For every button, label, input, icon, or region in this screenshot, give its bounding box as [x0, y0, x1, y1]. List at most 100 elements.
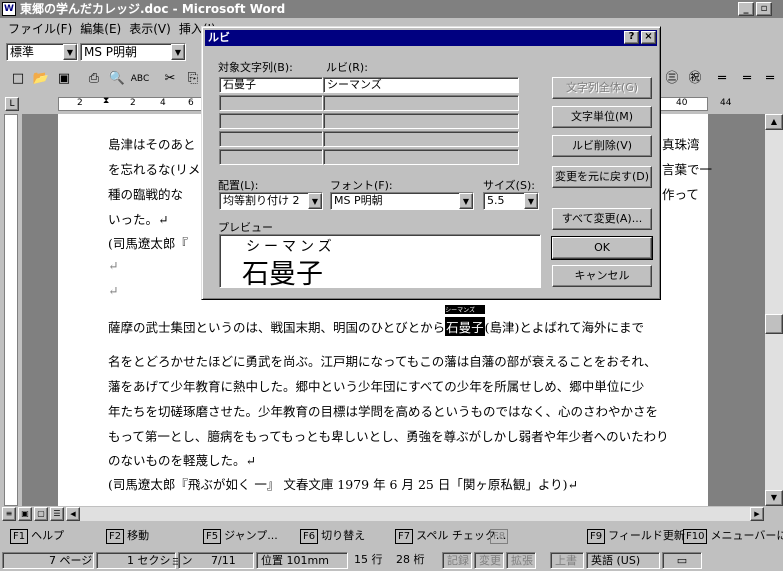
kanji-icon[interactable]: ㊗: [685, 69, 705, 89]
chevron-down-icon[interactable]: ▼: [524, 193, 538, 209]
scroll-right-icon[interactable]: ▶: [750, 507, 764, 521]
ruby-input-empty[interactable]: [323, 95, 519, 111]
hscroll-track[interactable]: [80, 507, 750, 521]
font-select[interactable]: MS P明朝 ▼: [330, 192, 474, 210]
doc-text: (島津)とよばれて海外にまで: [484, 320, 645, 335]
fkey-text: 切り替え: [321, 529, 366, 542]
cut-icon[interactable]: ✂: [160, 69, 180, 89]
status-ext[interactable]: 拡張: [506, 552, 536, 569]
doc-line: 藩をあげて少年教育に熱中した。郷中という少年団にすべての少年を所属せしめ、郷中単…: [108, 379, 645, 394]
target-input-empty[interactable]: [219, 131, 323, 147]
menu-view[interactable]: 表示(V): [129, 20, 171, 37]
normal-view-icon[interactable]: ≡: [2, 507, 16, 521]
restore-button[interactable]: 変更を元に戻す(D): [552, 166, 652, 188]
ruby-input[interactable]: シーマンズ: [323, 77, 519, 93]
fkey-jump[interactable]: F5 ジャンプ...: [203, 528, 278, 546]
scroll-up-icon[interactable]: ▲: [765, 114, 783, 130]
ruler-number: 6: [188, 98, 194, 108]
change-all-button[interactable]: すべて変更(A)...: [552, 208, 652, 230]
horizontal-line-icon[interactable]: ═: [712, 69, 732, 89]
font-label: フォント(F):: [330, 179, 393, 192]
size-label: サイズ(S):: [483, 179, 535, 192]
fkey-text: 移動: [127, 529, 150, 542]
phonetic-icon[interactable]: ㊂: [662, 69, 682, 89]
style-value: 標準: [10, 45, 35, 59]
close-icon[interactable]: ×: [641, 31, 656, 44]
align-select[interactable]: 均等割り付け 2 ▼: [219, 192, 323, 210]
new-document-icon[interactable]: □: [8, 69, 28, 89]
outline-view-icon[interactable]: ☰: [50, 507, 64, 521]
align-right-icon[interactable]: ═: [760, 69, 780, 89]
char-unit-button[interactable]: 文字単位(M): [552, 106, 652, 128]
tab-selector-icon[interactable]: L: [5, 97, 19, 111]
ruler-number: 2: [77, 98, 83, 108]
web-view-icon[interactable]: ▣: [18, 507, 32, 521]
font-combo[interactable]: MS P明朝 ▼: [80, 43, 186, 61]
ruby-small-text: シーマンズ: [445, 305, 485, 314]
preview-box: シーマンズ 石曼子: [219, 234, 541, 290]
print-icon[interactable]: ⎙: [84, 69, 104, 89]
align-icon[interactable]: ═: [737, 69, 757, 89]
save-icon[interactable]: ▣: [54, 69, 74, 89]
ruby-input-empty[interactable]: [323, 149, 519, 165]
fkey-switch[interactable]: F6 切り替え: [300, 528, 365, 546]
minimize-button[interactable]: _: [738, 2, 754, 16]
doc-line-fragment: 言葉で一: [662, 162, 713, 177]
fkey-goto[interactable]: F2 移動: [106, 528, 149, 546]
target-input-empty[interactable]: [219, 95, 323, 111]
ok-button[interactable]: OK: [551, 236, 653, 260]
ruby-selection[interactable]: シーマンズ 石曼子: [445, 305, 485, 336]
doc-line: を忘れるな(リメ: [108, 162, 201, 177]
target-input-empty[interactable]: [219, 149, 323, 165]
print-preview-icon[interactable]: 🔍: [107, 69, 127, 89]
menu-file[interactable]: ファイル(F): [8, 20, 72, 37]
target-input[interactable]: 石曼子: [219, 77, 323, 93]
target-label: 対象文字列(B):: [218, 61, 293, 74]
size-select[interactable]: 5.5 ▼: [483, 192, 539, 210]
status-position: 位置 101mm: [256, 552, 348, 569]
indent-marker-icon[interactable]: ⧗: [103, 96, 109, 106]
spell-check-icon[interactable]: ABC: [130, 69, 150, 89]
all-text-button[interactable]: 文字列全体(G): [552, 77, 652, 99]
fkey-field-update[interactable]: F9 フィールド更新: [587, 528, 685, 546]
cancel-button[interactable]: キャンセル: [552, 265, 652, 287]
open-folder-icon[interactable]: 📂: [31, 69, 51, 89]
chevron-down-icon[interactable]: ▼: [171, 44, 185, 60]
fkey-text: フィールド更新: [608, 529, 685, 542]
chevron-down-icon[interactable]: ▼: [308, 193, 322, 209]
help-icon[interactable]: ?: [624, 31, 639, 44]
fkey-label: F6: [300, 529, 319, 544]
paragraph-mark: ↵: [108, 283, 119, 298]
chevron-down-icon[interactable]: ▼: [63, 44, 77, 60]
size-value: 5.5: [487, 194, 505, 207]
copy-icon[interactable]: ⎘: [183, 69, 203, 89]
chevron-down-icon[interactable]: ▼: [459, 193, 473, 209]
status-bar: 7 ページ 1 セクション 7/11 位置 101mm 15 行 28 桁 記録…: [0, 550, 783, 571]
fkey-menubar[interactable]: F10メニューバーに...: [683, 528, 783, 546]
align-label: 配置(L):: [218, 179, 259, 192]
fkey-label: F9: [587, 529, 606, 544]
doc-line-fragment: 作って: [662, 187, 699, 202]
status-rec[interactable]: 記録: [442, 552, 472, 569]
status-trk[interactable]: 変更: [474, 552, 504, 569]
scroll-thumb[interactable]: [765, 314, 783, 334]
fkey-help[interactable]: F1 ヘルプ: [10, 528, 64, 546]
status-ovr[interactable]: 上書: [550, 552, 584, 569]
ruby-input-empty[interactable]: [323, 131, 519, 147]
ruby-input-empty[interactable]: [323, 113, 519, 129]
doc-line-ruby: 薩摩の武士集団というのは、戦国末期、明国のひとびとから シーマンズ 石曼子(島津)と…: [108, 305, 645, 336]
window-title: 東郷の学んだカレッジ.doc - Microsoft Word: [20, 2, 286, 16]
book-icon[interactable]: ▭: [662, 552, 702, 569]
print-layout-icon[interactable]: ▢: [34, 507, 48, 521]
restore-button[interactable]: ▫: [756, 2, 772, 16]
scroll-down-icon[interactable]: ▼: [765, 490, 783, 506]
style-combo[interactable]: 標準 ▼: [6, 43, 78, 61]
doc-text: 薩摩の武士集団というのは、戦国末期、明国のひとびとから: [108, 320, 446, 335]
scroll-left-icon[interactable]: ◀: [66, 507, 80, 521]
fkey-f8[interactable]: F8: [490, 528, 511, 546]
target-input-empty[interactable]: [219, 113, 323, 129]
delete-ruby-button[interactable]: ルビ削除(V): [552, 135, 652, 157]
menu-edit[interactable]: 編集(E): [80, 20, 121, 37]
vertical-scrollbar[interactable]: ▲ ▼: [765, 114, 783, 506]
dialog-title: ルビ: [208, 31, 230, 44]
